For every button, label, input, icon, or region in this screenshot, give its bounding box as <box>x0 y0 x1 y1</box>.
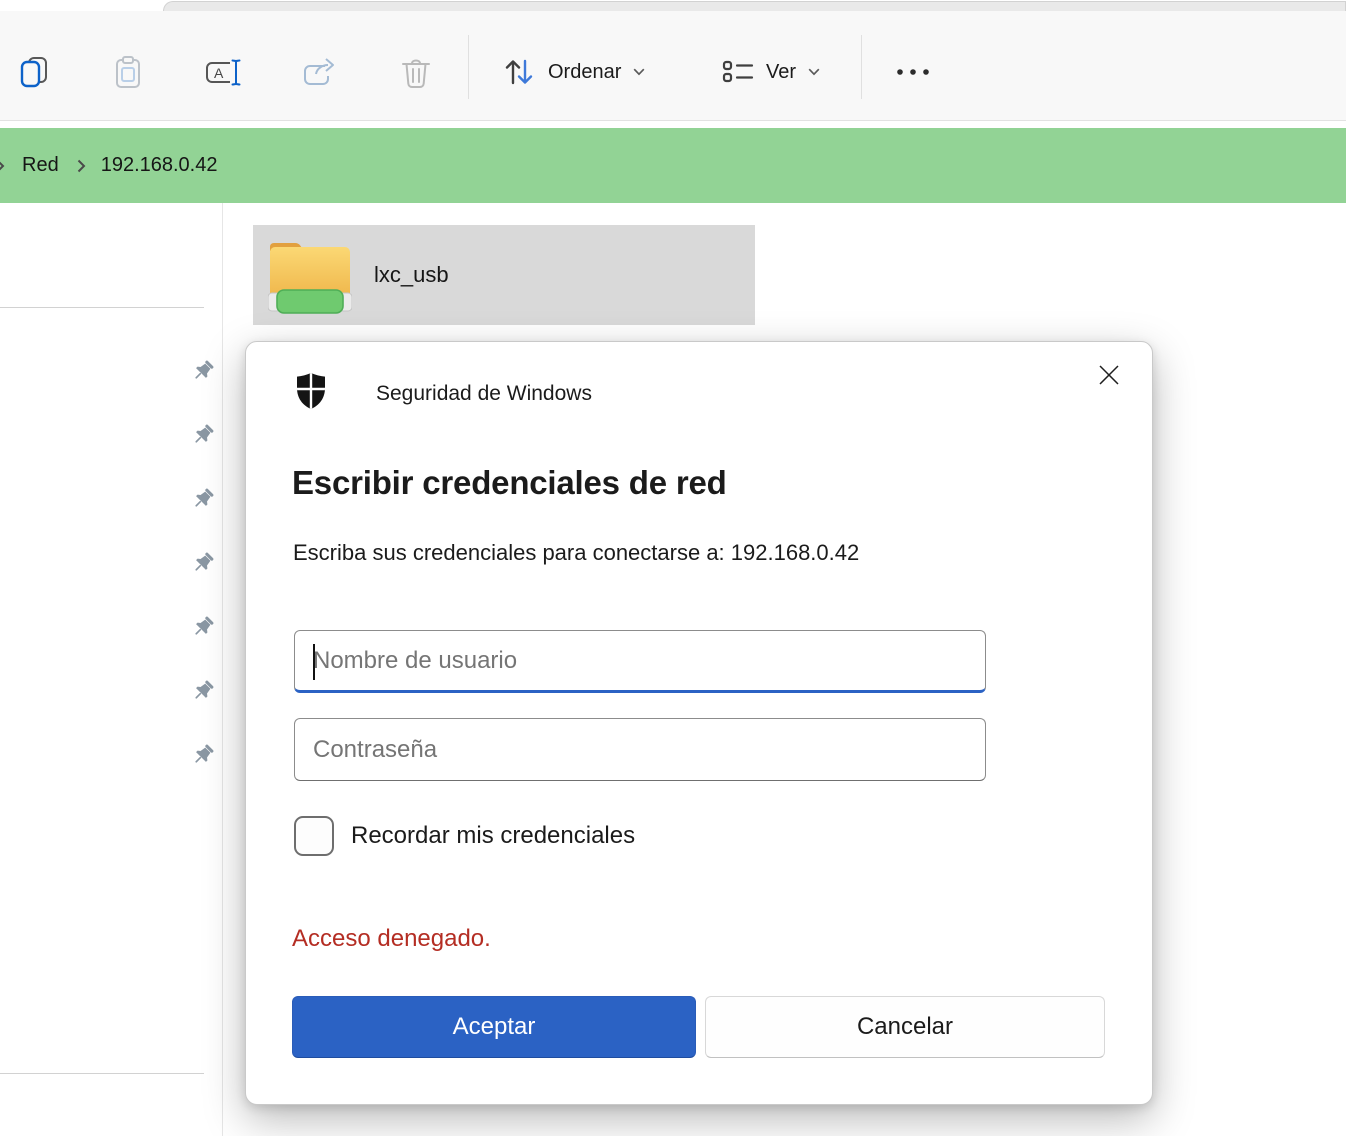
username-input[interactable] <box>294 630 986 693</box>
paste-icon <box>111 55 145 89</box>
toolbar-divider <box>861 35 862 99</box>
cancel-button[interactable]: Cancelar <box>705 996 1105 1058</box>
file-explorer-window: A <box>0 0 1346 1136</box>
rename-button[interactable]: A <box>202 44 246 100</box>
breadcrumb-chevron-icon <box>77 159 86 173</box>
paste-button[interactable] <box>106 44 150 100</box>
dialog-subtitle: Escriba sus credenciales para conectarse… <box>293 540 859 566</box>
ok-button[interactable]: Aceptar <box>292 996 696 1058</box>
breadcrumb: Red 192.168.0.42 <box>0 128 1346 203</box>
breadcrumb-item-ip[interactable]: 192.168.0.42 <box>101 154 218 177</box>
nav-pane-divider <box>222 203 223 1136</box>
shared-folder-icon <box>268 235 352 315</box>
rename-glyph: A <box>214 65 224 81</box>
sort-button[interactable]: Ordenar <box>492 44 655 100</box>
error-message: Acceso denegado. <box>292 925 491 953</box>
view-button[interactable]: Ver <box>712 44 830 100</box>
more-icon <box>894 67 932 77</box>
password-input[interactable] <box>294 718 986 781</box>
credentials-dialog: Seguridad de Windows Escribir credencial… <box>245 341 1153 1105</box>
file-name: lxc_usb <box>374 262 449 288</box>
remember-credentials-row: Recordar mis credenciales <box>294 816 635 856</box>
close-icon <box>1097 363 1121 387</box>
breadcrumb-chevron-icon <box>0 159 5 173</box>
view-icon <box>722 57 754 87</box>
dialog-title: Escribir credenciales de red <box>292 464 727 502</box>
delete-button[interactable] <box>394 44 438 100</box>
pin-icon <box>192 424 214 446</box>
command-toolbar: A <box>0 11 1346 121</box>
nav-group-divider <box>0 1073 204 1074</box>
more-button[interactable] <box>886 44 940 100</box>
nav-group-divider <box>0 307 204 308</box>
windows-security-shield-icon <box>296 373 326 409</box>
remember-checkbox[interactable] <box>294 816 334 856</box>
pin-icon <box>192 744 214 766</box>
sort-icon <box>502 54 536 90</box>
pin-icon <box>192 488 214 510</box>
chevron-down-icon <box>633 68 645 76</box>
share-button[interactable] <box>298 44 342 100</box>
sort-label: Ordenar <box>548 61 621 84</box>
pin-icon <box>192 616 214 638</box>
text-caret <box>313 644 315 680</box>
copy-button[interactable] <box>12 44 56 100</box>
toolbar-divider <box>468 35 469 99</box>
pin-icon <box>192 360 214 382</box>
view-label: Ver <box>766 61 796 84</box>
pin-icon <box>192 680 214 702</box>
delete-icon <box>399 55 433 89</box>
share-icon <box>302 55 338 89</box>
breadcrumb-item-red[interactable]: Red <box>22 154 59 177</box>
remember-label[interactable]: Recordar mis credenciales <box>351 822 635 850</box>
close-button[interactable] <box>1085 351 1133 399</box>
copy-icon <box>16 55 52 89</box>
dialog-app-title: Seguridad de Windows <box>376 382 592 406</box>
rename-icon: A <box>205 55 243 89</box>
pin-icon <box>192 552 214 574</box>
file-item-lxc-usb[interactable]: lxc_usb <box>253 225 755 325</box>
chevron-down-icon <box>808 68 820 76</box>
